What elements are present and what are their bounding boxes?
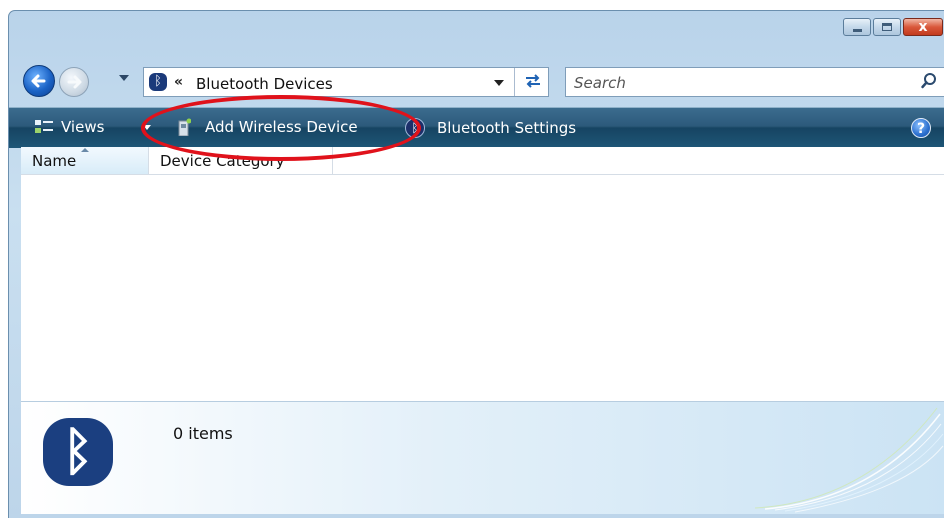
search-icon[interactable] bbox=[920, 72, 938, 90]
item-count: 0 items bbox=[173, 424, 233, 443]
close-icon: x bbox=[918, 19, 928, 35]
bluetooth-settings-label: Bluetooth Settings bbox=[437, 119, 577, 137]
forward-arrow-icon bbox=[67, 75, 82, 89]
device-list[interactable]: Name Device Category bbox=[21, 147, 944, 409]
wireless-device-icon bbox=[178, 118, 191, 136]
breadcrumb[interactable]: Bluetooth Devices bbox=[196, 75, 333, 93]
back-button[interactable] bbox=[23, 65, 55, 97]
views-button[interactable]: Views bbox=[35, 118, 104, 136]
add-wireless-device-button[interactable]: Add Wireless Device bbox=[177, 118, 358, 136]
views-dropdown-icon[interactable] bbox=[143, 125, 151, 130]
bluetooth-settings-icon: ᛒ bbox=[405, 118, 425, 138]
column-header-device-category[interactable]: Device Category bbox=[149, 147, 333, 175]
forward-button[interactable] bbox=[59, 67, 89, 97]
column-name-label: Name bbox=[32, 152, 77, 170]
address-dropdown-icon[interactable] bbox=[494, 80, 504, 86]
help-icon[interactable]: ? bbox=[911, 118, 931, 138]
column-header-name[interactable]: Name bbox=[21, 147, 149, 175]
decorative-swoosh bbox=[755, 407, 944, 513]
bluetooth-settings-button[interactable]: ᛒ Bluetooth Settings bbox=[405, 118, 576, 138]
explorer-window: x ᛒ « Bluetooth Devices Search Views Add… bbox=[8, 10, 944, 518]
minimize-icon bbox=[853, 29, 862, 32]
refresh-button[interactable] bbox=[522, 72, 544, 92]
caption-buttons: x bbox=[843, 18, 943, 36]
add-wireless-device-label: Add Wireless Device bbox=[205, 118, 358, 136]
address-divider bbox=[514, 68, 515, 96]
column-header-filler bbox=[333, 147, 944, 175]
minimize-button[interactable] bbox=[843, 18, 871, 36]
column-category-label: Device Category bbox=[160, 152, 285, 170]
close-button[interactable]: x bbox=[903, 18, 943, 36]
refresh-icon bbox=[526, 74, 540, 88]
address-bar[interactable]: ᛒ « Bluetooth Devices bbox=[143, 67, 549, 97]
bluetooth-large-icon: ᛒ bbox=[43, 418, 113, 486]
views-label: Views bbox=[61, 118, 105, 136]
breadcrumb-chevron[interactable]: « bbox=[174, 74, 183, 90]
command-bar: Views Add Wireless Device ᛒ Bluetooth Se… bbox=[9, 107, 944, 148]
views-icon bbox=[35, 120, 53, 133]
sort-ascending-icon bbox=[81, 148, 89, 152]
recent-pages-dropdown-icon[interactable] bbox=[119, 75, 129, 81]
details-pane: ᛒ 0 items bbox=[21, 401, 944, 514]
search-input[interactable] bbox=[572, 71, 906, 95]
back-arrow-icon bbox=[31, 74, 46, 88]
bluetooth-icon: ᛒ bbox=[149, 73, 167, 91]
maximize-icon bbox=[882, 23, 892, 31]
search-box[interactable] bbox=[565, 67, 944, 97]
maximize-button[interactable] bbox=[873, 18, 901, 36]
